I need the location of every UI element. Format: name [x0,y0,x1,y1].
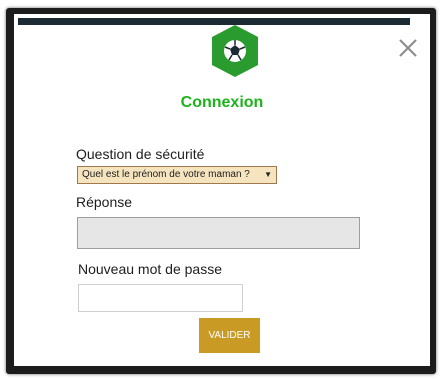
close-icon[interactable] [396,36,420,60]
dialog-title: Connexion [180,94,264,111]
answer-label: Réponse [76,194,133,210]
submit-button[interactable]: VALIDER [199,318,260,353]
new-password-input[interactable] [78,284,243,312]
answer-input[interactable] [77,217,360,249]
screen: Connexion Question de sécurité Quel est … [0,0,442,380]
soccer-ball-icon [212,25,258,77]
security-question-label: Question de sécurité [76,146,205,162]
security-question-value: Quel est le prénom de votre maman ? [82,169,250,180]
chevron-down-icon: ▼ [264,170,272,179]
new-password-label: Nouveau mot de passe [78,261,222,277]
security-question-select[interactable]: Quel est le prénom de votre maman ? ▼ [77,166,277,184]
